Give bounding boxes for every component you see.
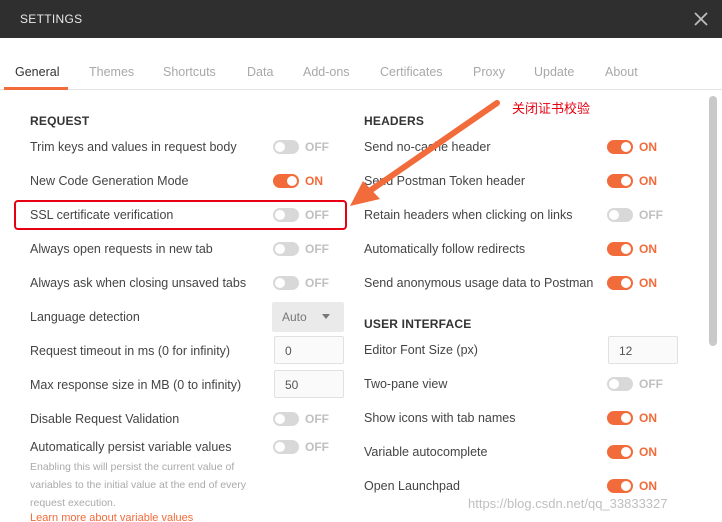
annotation-arrow-icon (350, 100, 500, 206)
watermark: https://blog.csdn.net/qq_33833327 (468, 496, 668, 511)
annotation-text: 关闭证书校验 (512, 102, 591, 117)
